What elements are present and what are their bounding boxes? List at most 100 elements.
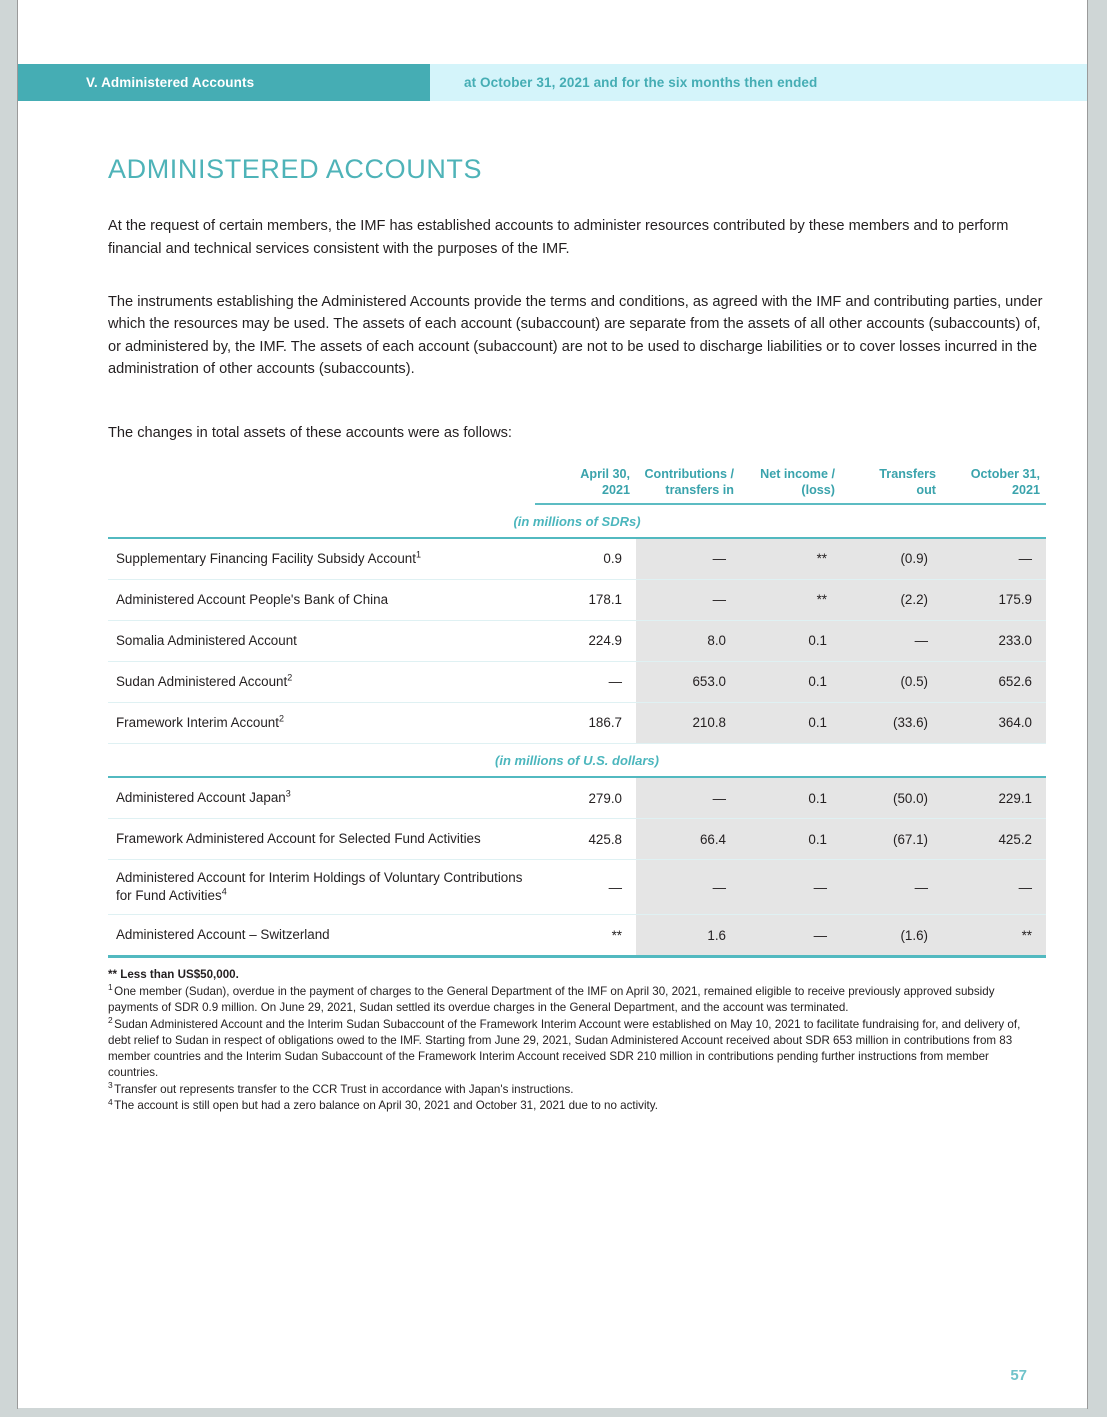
cell-closing: ** bbox=[942, 914, 1046, 959]
cell-opening: 178.1 bbox=[535, 579, 636, 621]
row-label: Administered Account Japan3 bbox=[108, 776, 535, 820]
cell-opening: 0.9 bbox=[535, 537, 636, 580]
col-head-line1: Net income / bbox=[760, 467, 835, 482]
table-row: Supplementary Financing Facility Subsidy… bbox=[108, 537, 1046, 580]
page-title: ADMINISTERED ACCOUNTS bbox=[108, 154, 483, 184]
cell-closing: 229.1 bbox=[942, 776, 1046, 820]
table-lead-in-text: The changes in total assets of these acc… bbox=[108, 425, 512, 442]
row-label: Somalia Administered Account bbox=[108, 620, 535, 662]
row-label: Framework Administered Account for Selec… bbox=[108, 818, 535, 861]
cell-closing: 425.2 bbox=[942, 818, 1046, 861]
row-label-text: Administered Account People's Bank of Ch… bbox=[116, 591, 389, 607]
column-header-contributions-transfers-in: Contributions / transfers in bbox=[636, 467, 740, 505]
cell-opening: 279.0 bbox=[535, 776, 636, 820]
cell-closing: 652.6 bbox=[942, 661, 1046, 703]
column-header-net-income-loss: Net income / (loss) bbox=[740, 467, 841, 505]
table-row: Framework Interim Account2 186.7 210.8 0… bbox=[108, 702, 1046, 744]
cell-opening: 186.7 bbox=[535, 702, 636, 744]
section-unit-label-sdr: (in millions of SDRs) bbox=[108, 503, 1046, 539]
table-row: Administered Account – Switzerland ** 1.… bbox=[108, 914, 1046, 959]
row-label: Supplementary Financing Facility Subsidy… bbox=[108, 537, 535, 580]
cell-net-income: — bbox=[740, 914, 841, 959]
row-label-text: Framework Administered Account for Selec… bbox=[116, 831, 481, 847]
cell-transfers-out: (67.1) bbox=[841, 818, 942, 861]
cell-net-income: 0.1 bbox=[740, 818, 841, 861]
cell-net-income: — bbox=[740, 859, 841, 916]
running-header-right-band: at October 31, 2021 and for the six mont… bbox=[430, 64, 1087, 101]
row-footnote-marker: 1 bbox=[415, 549, 421, 560]
cell-contributions: — bbox=[636, 537, 740, 580]
row-label-text: Administered Account for Interim Holding… bbox=[116, 870, 523, 904]
table-row: Framework Administered Account for Selec… bbox=[108, 818, 1046, 861]
cell-contributions: 653.0 bbox=[636, 661, 740, 703]
administered-accounts-table: April 30, 2021 Contributions / transfers… bbox=[108, 467, 1046, 959]
footnote-text: Sudan Administered Account and the Inter… bbox=[108, 1018, 1021, 1079]
footnote-2: 2 Sudan Administered Account and the Inte… bbox=[108, 1016, 1038, 1081]
footnote-1: 1 One member (Sudan), overdue in the paym… bbox=[108, 983, 1038, 1016]
col-head-line1: April 30, bbox=[580, 467, 630, 482]
cell-opening: — bbox=[535, 661, 636, 703]
cell-opening: 425.8 bbox=[535, 818, 636, 861]
col-head-line2: (loss) bbox=[801, 482, 835, 497]
cell-net-income: 0.1 bbox=[740, 661, 841, 703]
document-page: V. Administered Accounts at October 31, … bbox=[18, 0, 1087, 1408]
col-head-line2: transfers in bbox=[665, 482, 734, 497]
cell-contributions: — bbox=[636, 859, 740, 916]
row-label: Administered Account – Switzerland bbox=[108, 914, 535, 959]
cell-transfers-out: (1.6) bbox=[841, 914, 942, 959]
page-canvas: V. Administered Accounts at October 31, … bbox=[18, 9, 1087, 1408]
row-footnote-marker: 4 bbox=[221, 886, 227, 897]
footnote-marker: ** bbox=[108, 968, 118, 982]
cell-net-income: ** bbox=[740, 537, 841, 580]
cell-net-income: ** bbox=[740, 579, 841, 621]
footnote-text: The account is still open but had a zero… bbox=[114, 1099, 658, 1113]
cell-transfers-out: (2.2) bbox=[841, 579, 942, 621]
column-header-april-30-2021: April 30, 2021 bbox=[535, 467, 636, 505]
footnote-4: 4 The account is still open but had a zer… bbox=[108, 1097, 1038, 1114]
footnote-3: 3 Transfer out represents transfer to the… bbox=[108, 1081, 1038, 1098]
cell-transfers-out: — bbox=[841, 859, 942, 916]
section-unit-label-usd: (in millions of U.S. dollars) bbox=[108, 743, 1046, 778]
cell-closing: — bbox=[942, 537, 1046, 580]
row-label-text: Framework Interim Account bbox=[116, 714, 279, 730]
cell-closing: 175.9 bbox=[942, 579, 1046, 621]
table-body-sdr-section: (in millions of SDRs) Supplementary Fina… bbox=[108, 503, 1046, 744]
row-label: Sudan Administered Account2 bbox=[108, 661, 535, 703]
row-label-text: Somalia Administered Account bbox=[116, 632, 297, 648]
column-header-october-31-2021: October 31, 2021 bbox=[942, 467, 1046, 505]
paragraph-intro-1: At the request of certain members, the I… bbox=[108, 218, 1009, 257]
cell-contributions: 1.6 bbox=[636, 914, 740, 959]
running-header-left-band: V. Administered Accounts bbox=[18, 64, 430, 101]
col-head-line1: Transfers bbox=[879, 467, 936, 482]
cell-contributions: — bbox=[636, 579, 740, 621]
row-label: Administered Account People's Bank of Ch… bbox=[108, 579, 535, 621]
footnotes-block: ** Less than US$50,000. 1 One member (Sud… bbox=[108, 967, 1038, 1114]
table-header: April 30, 2021 Contributions / transfers… bbox=[108, 467, 1046, 505]
cell-opening: — bbox=[535, 859, 636, 916]
cell-opening: ** bbox=[535, 914, 636, 959]
table-row: Sudan Administered Account2 — 653.0 0.1 … bbox=[108, 661, 1046, 703]
footnote-text: Transfer out represents transfer to the … bbox=[114, 1082, 574, 1096]
table-row: Somalia Administered Account 224.9 8.0 0… bbox=[108, 620, 1046, 662]
table-row: Administered Account People's Bank of Ch… bbox=[108, 579, 1046, 621]
row-label-text: Administered Account – Switzerland bbox=[116, 927, 330, 943]
running-header-period-label: at October 31, 2021 and for the six mont… bbox=[464, 75, 818, 90]
cell-contributions: 8.0 bbox=[636, 620, 740, 662]
section-unit-row-usd: (in millions of U.S. dollars) bbox=[108, 743, 1046, 778]
cell-transfers-out: (0.5) bbox=[841, 661, 942, 703]
cell-closing: 364.0 bbox=[942, 702, 1046, 744]
row-footnote-marker: 3 bbox=[285, 788, 291, 799]
row-label-text: Sudan Administered Account bbox=[116, 673, 288, 689]
footnote-asterisk: ** Less than US$50,000. bbox=[108, 967, 1038, 983]
row-label: Administered Account for Interim Holding… bbox=[108, 859, 535, 916]
cell-transfers-out: (50.0) bbox=[841, 776, 942, 820]
running-header: V. Administered Accounts at October 31, … bbox=[18, 64, 1087, 101]
cell-contributions: 210.8 bbox=[636, 702, 740, 744]
footnote-text: One member (Sudan), overdue in the payme… bbox=[108, 985, 995, 1015]
footnote-text: Less than US$50,000. bbox=[120, 968, 239, 982]
cell-contributions: 66.4 bbox=[636, 818, 740, 861]
cell-net-income: 0.1 bbox=[740, 702, 841, 744]
row-label-text: Supplementary Financing Facility Subsidy… bbox=[116, 550, 416, 566]
page-content: ADMINISTERED ACCOUNTS At the request of … bbox=[108, 129, 1046, 1115]
table-body-usd-section: (in millions of U.S. dollars) Administer… bbox=[108, 743, 1046, 959]
